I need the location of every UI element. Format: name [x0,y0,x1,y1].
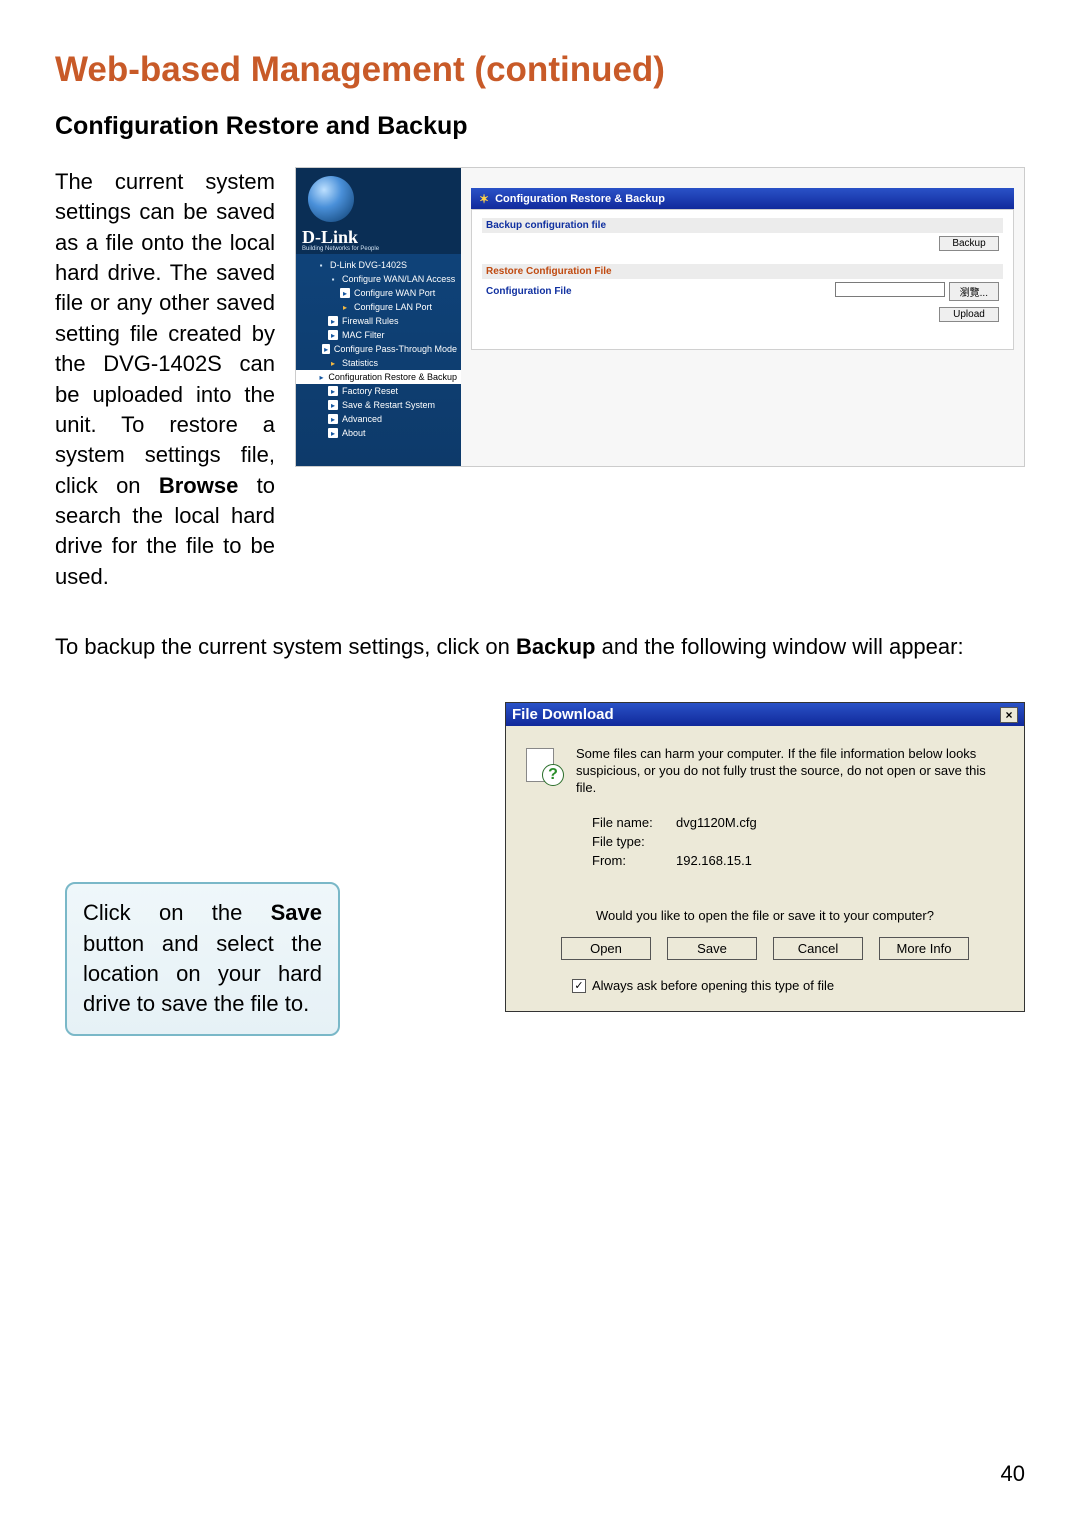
tree-item-label: Firewall Rules [342,316,399,326]
tree-item-label: Configure WAN/LAN Access [342,274,455,284]
tree-item-label: Configure Pass-Through Mode [334,344,457,354]
bottom-row: Click on the Save button and select the … [55,702,1025,1035]
always-ask-row: ✓ Always ask before opening this type of… [572,978,1006,993]
section-title: Configuration Restore and Backup [55,112,1025,141]
close-icon[interactable]: × [1000,707,1018,723]
globe-icon [308,176,354,222]
file-download-dialog: File Download × ? Some files can harm yo… [505,702,1025,1012]
config-file-input[interactable] [835,282,945,297]
filename-value: dvg1120M.cfg [676,815,757,830]
tree-item-label: Configuration Restore & Backup [328,372,457,382]
browse-button[interactable]: 瀏覽... [949,282,999,301]
cancel-button[interactable]: Cancel [773,937,863,960]
tree-item-label: Configure LAN Port [354,302,432,312]
router-admin-screenshot: D-Link Building Networks for People ▪ D-L… [295,167,1025,467]
backup-block: Backup configuration file Backup [482,218,1003,254]
from-value: 192.168.15.1 [676,853,752,868]
backup-label: Backup configuration file [482,218,1003,233]
save-keyword: Save [271,900,322,925]
tree-item-label: D-Link DVG-1402S [330,260,407,270]
tree-item[interactable]: ▸ Firewall Rules [296,314,461,328]
device-icon: ▪ [328,274,338,284]
tree-item[interactable]: ▸ Advanced [296,412,461,426]
backup-keyword: Backup [516,634,595,659]
page-title: Web-based Management (continued) [55,50,1025,90]
tree-item-label: MAC Filter [342,330,385,340]
tree-item-label: Configure WAN Port [354,288,435,298]
open-button[interactable]: Open [561,937,651,960]
pg-icon: ▸ [328,428,338,438]
always-ask-label: Always ask before opening this type of f… [592,978,834,993]
pg-icon: ▸ [322,344,329,354]
tree-item-label: Statistics [342,358,378,368]
folder-icon: ▸ [340,302,350,312]
filetype-label: File type: [592,834,668,849]
always-ask-checkbox[interactable]: ✓ [572,979,586,993]
tree-item[interactable]: ▸ Configure Pass-Through Mode [296,342,461,356]
intro-paragraph: The current system settings can be saved… [55,167,275,592]
tree-item[interactable]: ▸ Configure LAN Port [296,300,461,314]
nav-tree: ▪ D-Link DVG-1402S ▪ Configure WAN/LAN Acce… [296,254,461,444]
pg-icon: ▸ [328,316,338,326]
brand-text: D-Link [302,228,358,246]
tree-item-label: About [342,428,366,438]
restore-block: Restore Configuration File Configuration… [482,264,1003,325]
browse-keyword: Browse [159,473,238,498]
save-button[interactable]: Save [667,937,757,960]
tree-item[interactable]: ▸ Factory Reset [296,384,461,398]
panel-header: ✶ Configuration Restore & Backup [471,188,1014,210]
tree-item[interactable]: ▸ MAC Filter [296,328,461,342]
panel-body: Backup configuration file Backup Restore… [471,209,1014,350]
router-main-panel: ✶ Configuration Restore & Backup Backup … [461,168,1024,466]
dialog-file-meta: File name: dvg1120M.cfg File type: From:… [592,815,1006,868]
text: Click on the [83,900,271,925]
tree-item[interactable]: ▸ About [296,426,461,440]
upload-button[interactable]: Upload [939,307,999,322]
main-content-row: The current system settings can be saved… [55,167,1025,592]
tree-item-label: Advanced [342,414,382,424]
filename-label: File name: [592,815,668,830]
tree-item[interactable]: ▸ Statistics [296,356,461,370]
dialog-prompt: Would you like to open the file or save … [524,908,1006,923]
pg-icon: ▸ [328,414,338,424]
pg-icon: ▸ [319,372,325,382]
tree-item[interactable]: ▪ D-Link DVG-1402S [296,258,461,272]
folder-icon: ▸ [328,358,338,368]
page-number: 40 [1001,1461,1025,1487]
pg-icon: ▸ [328,400,338,410]
panel-title-text: Configuration Restore & Backup [495,193,665,205]
text: The current system settings can be saved… [55,169,275,498]
pg-icon: ▸ [328,330,338,340]
pg-icon: ▸ [340,288,350,298]
gear-icon: ✶ [479,192,489,206]
device-icon: ▪ [316,260,326,270]
question-file-icon: ? [524,746,562,784]
save-callout: Click on the Save button and select the … [65,882,340,1035]
text: To backup the current system settings, c… [55,634,516,659]
config-file-label: Configuration File [486,286,572,297]
tree-item[interactable]: ▸ Save & Restart System [296,398,461,412]
backup-button[interactable]: Backup [939,236,999,251]
router-logo-area: D-Link Building Networks for People [296,168,461,254]
brand-tagline: Building Networks for People [302,246,379,252]
dialog-titlebar: File Download × [506,703,1024,726]
router-sidebar: D-Link Building Networks for People ▪ D-L… [296,168,461,466]
backup-paragraph: To backup the current system settings, c… [55,632,1025,662]
pg-icon: ▸ [328,386,338,396]
dialog-warning-text: Some files can harm your computer. If th… [576,746,1006,797]
tree-item[interactable]: ▸ Configure WAN Port [296,286,461,300]
dialog-title-text: File Download [512,706,614,723]
tree-item[interactable]: ▪ Configure WAN/LAN Access [296,272,461,286]
tree-item-label: Factory Reset [342,386,398,396]
tree-item-label: Save & Restart System [342,400,435,410]
text: button and select the location on your h… [83,931,322,1017]
more-info-button[interactable]: More Info [879,937,969,960]
dialog-buttons: Open Save Cancel More Info [524,937,1006,960]
text: and the following window will appear: [595,634,963,659]
dialog-body: ? Some files can harm your computer. If … [506,726,1024,1011]
restore-header: Restore Configuration File [482,264,1003,279]
from-label: From: [592,853,668,868]
tree-item[interactable]: ▸Configuration Restore & Backup [296,370,461,384]
